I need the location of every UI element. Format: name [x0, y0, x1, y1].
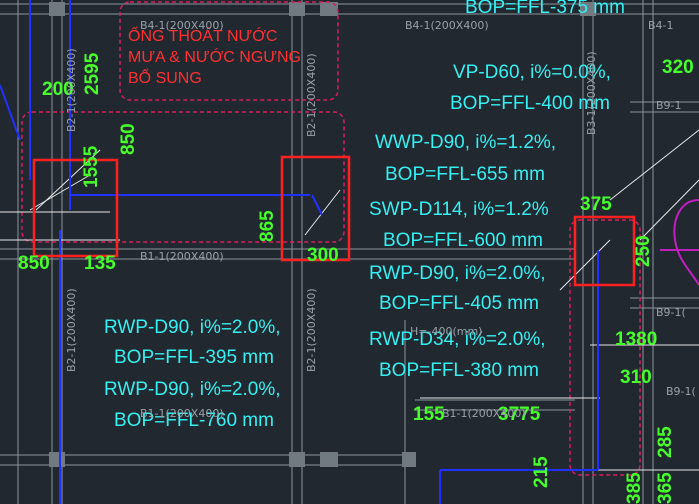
cad-drawing-canvas[interactable]: ỐNG THOÁT NƯỚC MƯA & NƯỚC NGƯNG BỔ SUNG …	[0, 0, 699, 504]
dim-300: 300	[307, 245, 339, 266]
beam-b21-a: B2-1(200X400)	[65, 48, 78, 132]
dim-2595: 2595	[82, 52, 103, 95]
dim-375: 375	[580, 194, 612, 215]
top-bop-label: BOP=FFL-375 mm	[465, 0, 625, 18]
wwp-label-a: WWP-D90, i%=1.2%,	[375, 132, 557, 153]
dim-1555: 1555	[81, 145, 102, 188]
small-elevation-label: H=-400(mm)	[410, 325, 483, 338]
dim-865: 865	[257, 210, 278, 242]
rwp4-label-a: RWP-D90, i%=2.0%,	[104, 379, 281, 400]
dim-385: 385	[624, 472, 645, 504]
dim-850-vertical: 850	[118, 123, 139, 155]
rwp2-label-b: BOP=FFL-380 mm	[379, 360, 539, 381]
beam-b91-b: B9-1(	[656, 306, 686, 319]
dim-850: 850	[18, 253, 50, 274]
swp-label-a: SWP-D114, i%=1.2%	[369, 199, 549, 220]
dim-285: 285	[655, 426, 676, 458]
rwp1-label-a: RWP-D90, i%=2.0%,	[369, 263, 546, 284]
dim-310: 310	[620, 367, 652, 388]
rwp3-label-a: RWP-D90, i%=2.0%,	[104, 317, 281, 338]
dim-135: 135	[84, 253, 116, 274]
rwp1-label-b: BOP=FFL-405 mm	[379, 293, 539, 314]
swp-label-b: BOP=FFL-600 mm	[383, 230, 543, 251]
dim-1380: 1380	[615, 329, 658, 350]
dim-320: 320	[662, 57, 694, 78]
dim-155: 155	[413, 404, 445, 425]
dim-250: 250	[633, 235, 654, 267]
beam-b11-bottom: B1-1(200X400)	[140, 407, 224, 420]
beam-b91-c: B9-1(	[666, 385, 696, 398]
beam-b21-c: B2-1(200X400)	[305, 53, 318, 137]
note-line-2: MƯA & NƯỚC NGƯNG	[128, 49, 301, 66]
beam-b41-left: B4-1(200X400)	[140, 19, 224, 32]
beam-b11-mid: B1-1(200X400)	[140, 250, 224, 263]
magenta-pipe	[660, 199, 699, 286]
beam-b21-b: B2-1(200X400)	[65, 288, 78, 372]
beam-b21-d: B2-1(200X400)	[305, 288, 318, 372]
beam-b31: B3-1(200X400)	[585, 51, 598, 135]
dim-365: 365	[655, 472, 676, 504]
note-line-3: BỔ SUNG	[128, 70, 202, 87]
beam-b11-bottom-right: B1-1(200X400)	[442, 407, 526, 420]
dim-215: 215	[531, 456, 552, 488]
beam-b41-right: B4-1(200X400)	[405, 19, 489, 32]
rwp3-label-b: BOP=FFL-395 mm	[114, 347, 274, 368]
beam-b91-a: B9-1	[656, 99, 682, 112]
beam-b41-edge: B4-1	[648, 19, 674, 32]
wwp-label-b: BOP=FFL-655 mm	[385, 164, 545, 185]
